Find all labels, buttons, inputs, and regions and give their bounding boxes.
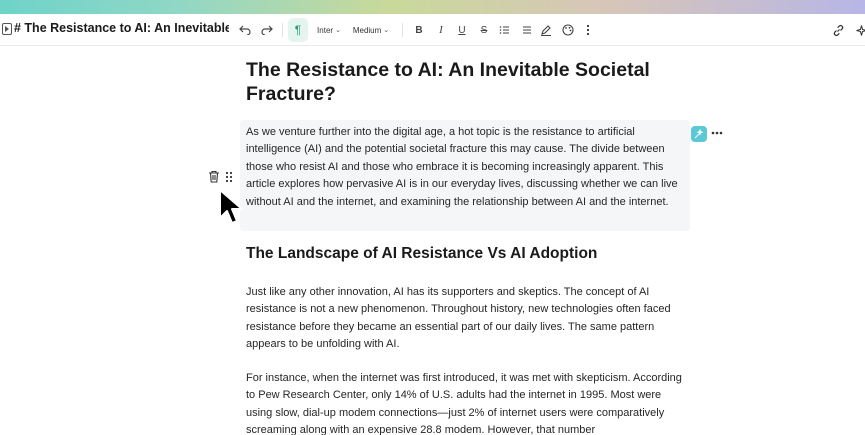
ai-block-button[interactable]: [691, 126, 707, 142]
font-weight-value: Medium: [352, 25, 382, 35]
ordered-list-icon: [499, 26, 509, 34]
drag-handle-icon: [225, 171, 233, 183]
document-title: # The Resistance to AI: An Inevitable So…: [14, 21, 229, 35]
paragraph-button[interactable]: ¶: [288, 18, 308, 42]
ai-assist-button[interactable]: [854, 18, 865, 42]
pen-icon: [541, 24, 551, 36]
toolbar-divider: [282, 23, 283, 37]
paragraph-icon: ¶: [294, 23, 302, 37]
block-options-button[interactable]: [711, 125, 725, 141]
intro-paragraph[interactable]: As we venture further into the digital a…: [246, 124, 686, 211]
top-gradient-bar: [0, 0, 865, 14]
redo-button[interactable]: [258, 18, 276, 42]
link-icon: [833, 24, 843, 36]
italic-button[interactable]: I: [434, 18, 448, 42]
editor-toolbar: # The Resistance to AI: An Inevitable So…: [0, 14, 865, 46]
section-heading[interactable]: The Landscape of AI Resistance Vs AI Ado…: [246, 245, 597, 263]
more-horizontal-icon: [711, 131, 723, 135]
body-paragraph[interactable]: Just like any other innovation, AI has i…: [246, 284, 686, 354]
more-vertical-icon: [586, 24, 590, 36]
undo-button[interactable]: [236, 18, 254, 42]
sparkle-icon: [855, 24, 865, 36]
document-heading[interactable]: The Resistance to AI: An Inevitable Soci…: [246, 58, 686, 106]
redo-icon: [261, 25, 273, 35]
body-paragraph[interactable]: For instance, when the internet was firs…: [246, 370, 686, 435]
color-button[interactable]: [561, 18, 575, 42]
font-family-select[interactable]: Inter ⌄: [314, 18, 344, 42]
sidebar-toggle-icon[interactable]: [2, 23, 12, 35]
ai-magic-icon: [694, 129, 704, 139]
font-weight-select[interactable]: Medium ⌄: [350, 18, 392, 42]
more-options-button[interactable]: [582, 18, 594, 42]
highlight-button[interactable]: [539, 18, 553, 42]
palette-icon: [562, 24, 574, 36]
bullet-list-icon: [522, 26, 531, 34]
bold-button[interactable]: B: [412, 18, 426, 42]
font-family-value: Inter: [317, 25, 334, 35]
link-button[interactable]: [830, 18, 846, 42]
ordered-list-button[interactable]: [497, 18, 511, 42]
mouse-cursor-icon: [219, 189, 243, 224]
undo-icon: [239, 25, 251, 35]
chevron-down-icon: ⌄: [335, 27, 341, 34]
bullet-list-button[interactable]: [519, 18, 533, 42]
underline-button[interactable]: U: [455, 18, 469, 42]
drag-handle[interactable]: [225, 170, 235, 184]
toolbar-divider: [402, 23, 403, 37]
delete-block-button[interactable]: [208, 170, 220, 184]
trash-icon: [209, 170, 219, 183]
chevron-down-icon: ⌄: [383, 27, 390, 34]
strikethrough-button[interactable]: S: [477, 18, 491, 42]
